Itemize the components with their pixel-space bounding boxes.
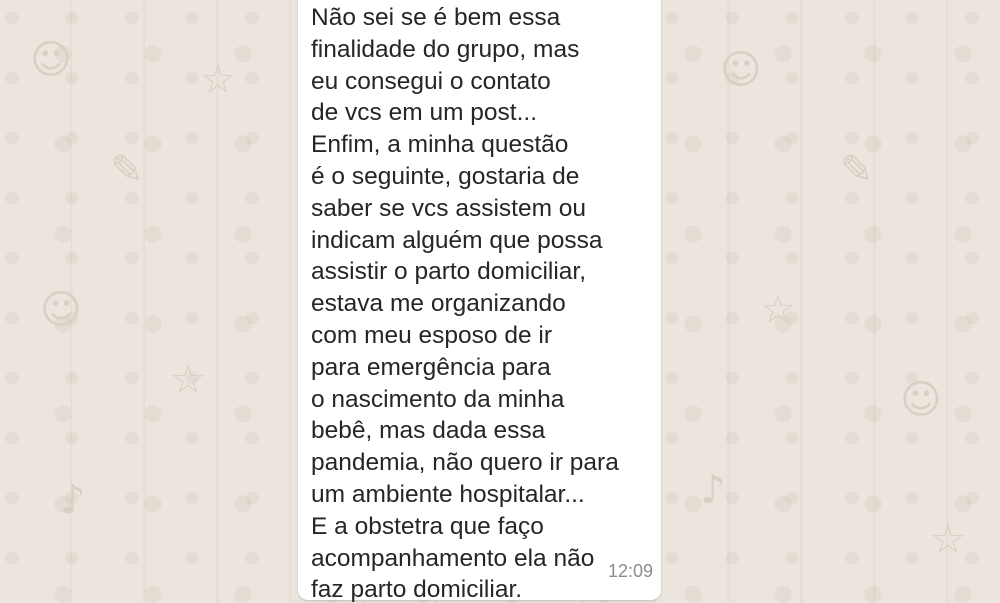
doodle-icon: ☆ — [200, 57, 236, 103]
message-timestamp: 12:09 — [607, 561, 653, 581]
doodle-icon: ☆ — [170, 357, 206, 403]
doodle-icon: ☺ — [40, 287, 82, 333]
doodle-icon: ☺ — [720, 47, 762, 93]
doodle-icon: ♪ — [700, 467, 726, 513]
doodle-icon: ☺ — [30, 37, 72, 83]
doodle-icon: ✎ — [110, 147, 144, 193]
message-text: Não sei se é bem essa finalidade do grup… — [311, 4, 619, 603]
doodle-icon: ✎ — [840, 147, 874, 193]
doodle-icon: ☆ — [930, 517, 966, 563]
doodle-icon: ♪ — [60, 477, 86, 523]
message-bubble[interactable]: Não sei se é bem essa finalidade do grup… — [298, 0, 661, 603]
doodle-icon: ☺ — [900, 377, 942, 423]
doodle-icon: ☆ — [760, 287, 796, 333]
